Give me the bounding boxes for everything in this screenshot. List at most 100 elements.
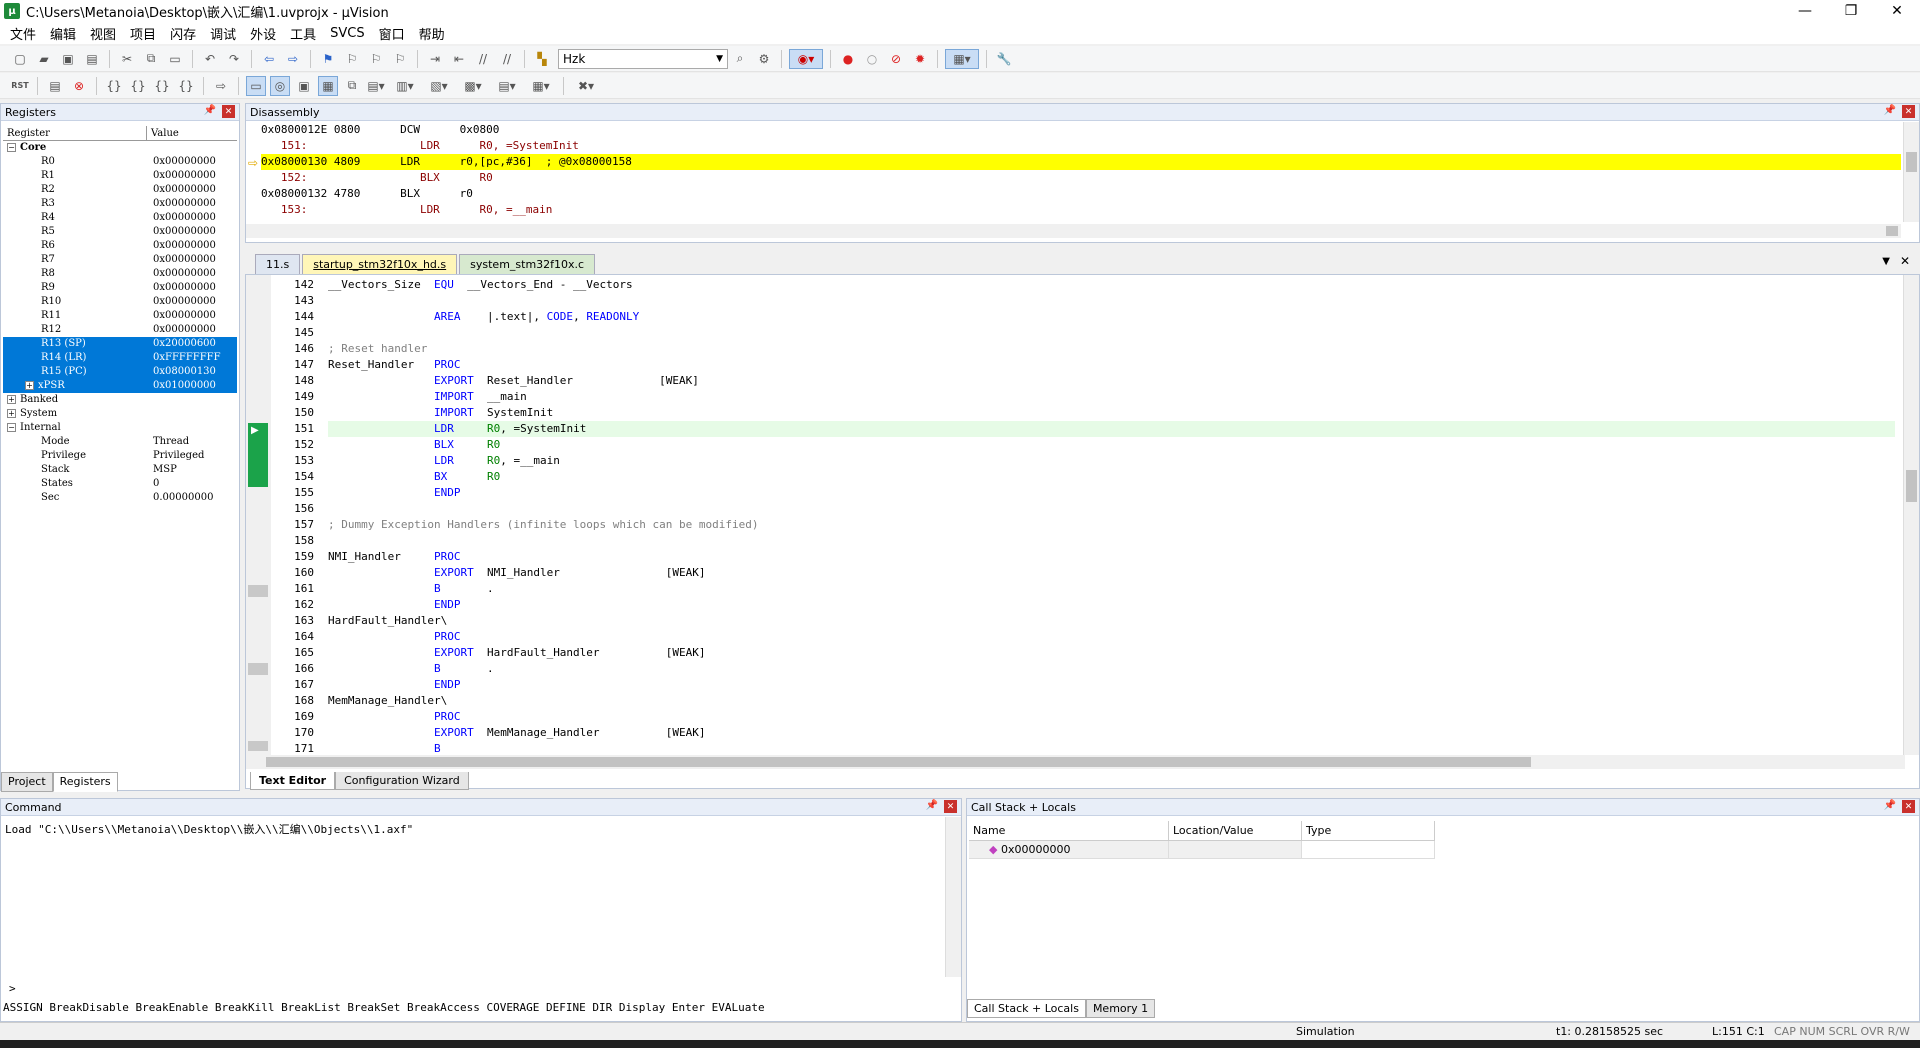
find-in-files-icon[interactable]: ▚ <box>532 49 552 69</box>
minimize-button[interactable]: — <box>1782 0 1828 22</box>
menu-debug[interactable]: 调试 <box>204 24 244 43</box>
code-line[interactable]: IMPORT __main <box>328 389 1895 405</box>
close-icon[interactable]: ✕ <box>1902 105 1915 118</box>
trace-window-icon[interactable]: ▤▾ <box>492 76 522 96</box>
register-value[interactable]: 0x00000000 <box>151 323 237 337</box>
code-line[interactable]: EXPORT HardFault_Handler [WEAK] <box>328 645 1895 661</box>
tab-memory-1[interactable]: Memory 1 <box>1085 999 1156 1018</box>
target-select[interactable]: Hzk ▼ <box>558 48 728 69</box>
breakpoint-disable-icon[interactable]: ○ <box>862 49 882 69</box>
tab-system-stm32f10x-c[interactable]: system_stm32f10x.c <box>459 254 596 274</box>
disassembly-source-line[interactable]: 151: LDR R0, =SystemInit <box>261 138 1901 154</box>
close-icon[interactable]: ✕ <box>944 800 957 813</box>
code-line[interactable]: IMPORT SystemInit <box>328 405 1895 421</box>
nav-back-icon[interactable]: ⇦ <box>259 49 279 69</box>
register-value[interactable]: 0x00000000 <box>151 197 237 211</box>
code-line[interactable]: EXPORT MemManage_Handler [WEAK] <box>328 725 1895 741</box>
step-into-icon[interactable]: {} <box>104 76 124 96</box>
memory-window-icon[interactable]: ▥▾ <box>390 76 420 96</box>
code-line[interactable]: BLX R0 <box>328 437 1895 453</box>
menu-tools[interactable]: 工具 <box>284 24 324 43</box>
copy-icon[interactable]: ⧉ <box>141 49 161 69</box>
register-row[interactable]: R8 0x00000000 <box>3 267 237 281</box>
wrench-icon[interactable]: 🔧 <box>994 49 1014 69</box>
breakpoint-kill-all-icon[interactable]: ✹ <box>910 49 930 69</box>
tab-configuration-wizard[interactable]: Configuration Wizard <box>335 772 469 790</box>
disassembly-hscroll[interactable] <box>246 224 1901 238</box>
disassembly-window-icon[interactable]: ◎ <box>270 75 290 96</box>
command-vscroll[interactable] <box>945 817 961 977</box>
editor-hscroll[interactable] <box>246 755 1905 769</box>
register-row[interactable]: R5 0x00000000 <box>3 225 237 239</box>
register-row[interactable]: R15 (PC) 0x08000130 <box>3 365 237 379</box>
register-group-row[interactable]: + System <box>3 407 237 421</box>
code-line[interactable]: PROC <box>328 629 1895 645</box>
open-folder-icon[interactable]: ▰ <box>34 49 54 69</box>
stop-icon[interactable]: ⊗ <box>69 76 89 96</box>
tab-text-editor[interactable]: Text Editor <box>250 772 336 790</box>
run-to-cursor-icon[interactable]: {} <box>176 76 196 96</box>
register-row[interactable]: R12 0x00000000 <box>3 323 237 337</box>
register-value[interactable]: 0x00000000 <box>151 281 237 295</box>
prev-bookmark-icon[interactable]: ⚐ <box>342 49 362 69</box>
disassembly-line[interactable]: 0x08000130 4809 LDR r0,[pc,#36] ; @0x080… <box>261 154 1901 170</box>
code-line[interactable] <box>328 501 1895 517</box>
new-file-icon[interactable]: ▢ <box>10 49 30 69</box>
undo-icon[interactable]: ↶ <box>200 49 220 69</box>
register-value[interactable]: 0.00000000 <box>151 491 237 505</box>
tab-call-stack-locals[interactable]: Call Stack + Locals <box>967 999 1086 1018</box>
code-line[interactable] <box>328 293 1895 309</box>
breakpoint-disable-all-icon[interactable]: ⊘ <box>886 49 906 69</box>
register-value[interactable]: 0x00000000 <box>151 295 237 309</box>
redo-icon[interactable]: ↷ <box>224 49 244 69</box>
register-row[interactable]: Privilege Privileged <box>3 449 237 463</box>
call-stack-window-icon[interactable]: ⧉ <box>342 76 362 96</box>
menu-svcs[interactable]: SVCS <box>324 26 372 41</box>
cut-icon[interactable]: ✂ <box>117 49 137 69</box>
debug-session-icon[interactable]: ◉▾ <box>789 48 823 69</box>
run-icon[interactable]: ▤ <box>45 76 65 96</box>
analysis-window-icon[interactable]: ▩▾ <box>458 76 488 96</box>
save-icon[interactable]: ▣ <box>58 49 78 69</box>
register-value[interactable]: 0x01000000 <box>151 379 237 393</box>
system-viewer-icon[interactable]: ▦▾ <box>526 76 556 96</box>
register-value[interactable]: 0x00000000 <box>151 309 237 323</box>
tree-collapse-icon[interactable]: − <box>7 423 16 432</box>
code-line[interactable] <box>328 533 1895 549</box>
code-line[interactable]: AREA |.text|, CODE, READONLY <box>328 309 1895 325</box>
register-value[interactable]: 0x00000000 <box>151 183 237 197</box>
register-row[interactable]: Sec 0.00000000 <box>3 491 237 505</box>
pin-icon[interactable]: 📌 <box>1884 105 1896 118</box>
code-line[interactable]: LDR R0, =SystemInit <box>328 421 1895 437</box>
symbols-window-icon[interactable]: ▣ <box>294 76 314 96</box>
menu-file[interactable]: 文件 <box>4 24 44 43</box>
tab-startup-stm32f10x-hd-s[interactable]: startup_stm32f10x_hd.s <box>302 254 458 274</box>
bookmark-icon[interactable]: ⚑ <box>318 49 338 69</box>
pin-icon[interactable]: 📌 <box>1884 800 1896 813</box>
register-value[interactable]: 0x08000130 <box>151 365 237 379</box>
disassembly-source-line[interactable]: 152: BLX R0 <box>261 170 1901 186</box>
register-value[interactable]: 0x00000000 <box>151 253 237 267</box>
code-line[interactable]: B . <box>328 661 1895 677</box>
code-line[interactable]: ENDP <box>328 677 1895 693</box>
menu-project[interactable]: 项目 <box>124 24 164 43</box>
serial-window-icon[interactable]: ▧▾ <box>424 76 454 96</box>
find-icon[interactable]: ⌕ <box>730 49 750 69</box>
disassembly-line[interactable]: 0x08000132 4780 BLX r0 <box>261 186 1901 202</box>
code-line[interactable]: NMI_Handler PROC <box>328 549 1895 565</box>
register-row[interactable]: Stack MSP <box>3 463 237 477</box>
register-row[interactable]: + xPSR 0x01000000 <box>3 379 237 393</box>
register-row[interactable]: R11 0x00000000 <box>3 309 237 323</box>
register-group-row[interactable]: + Banked <box>3 393 237 407</box>
register-value[interactable]: Thread <box>151 435 237 449</box>
registers-window-icon[interactable]: ▦ <box>318 75 338 96</box>
disassembly-vscroll[interactable] <box>1903 122 1919 222</box>
code-line[interactable]: EXPORT Reset_Handler [WEAK] <box>328 373 1895 389</box>
step-over-icon[interactable]: {} <box>128 76 148 96</box>
watch-window-icon[interactable]: ▤▾ <box>366 76 386 96</box>
menu-peripherals[interactable]: 外设 <box>244 24 284 43</box>
config-icon[interactable]: ⚙ <box>754 49 774 69</box>
register-row[interactable]: Mode Thread <box>3 435 237 449</box>
disassembly-source-line[interactable]: 153: LDR R0, =__main <box>261 202 1901 218</box>
code-line[interactable]: Reset_Handler PROC <box>328 357 1895 373</box>
